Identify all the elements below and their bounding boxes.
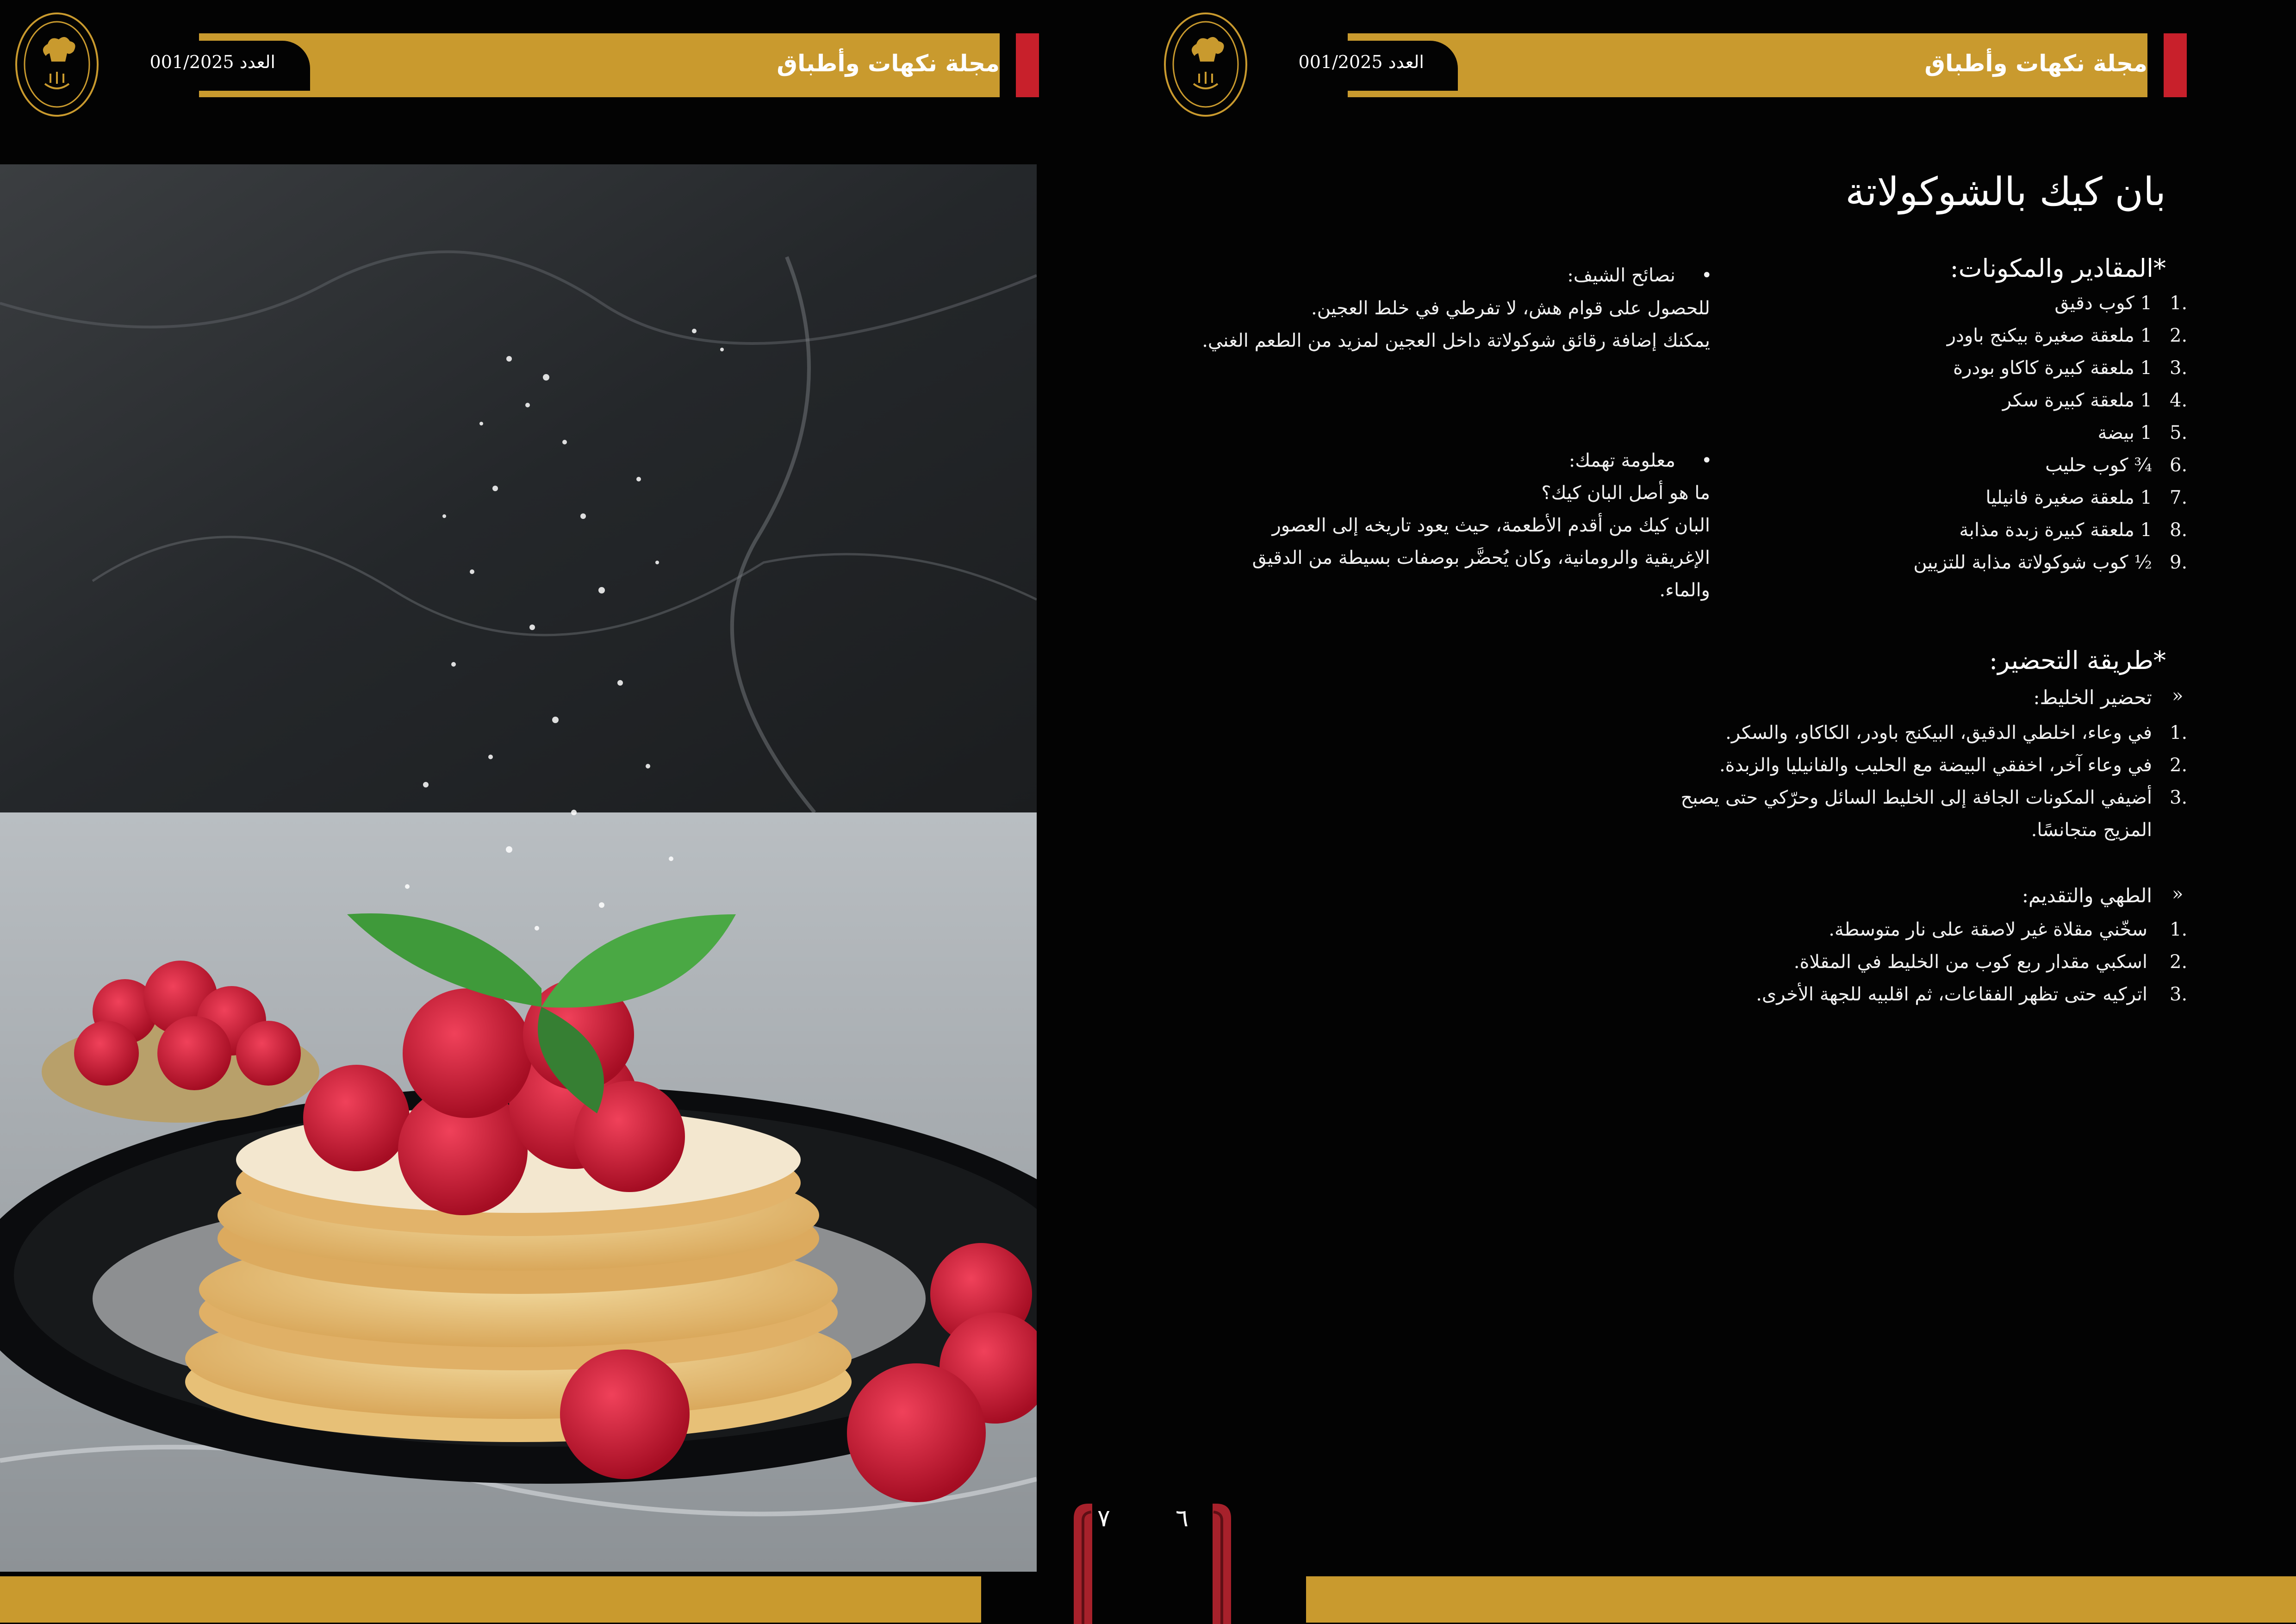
mix-step: في وعاء، اخلطي الدقيق، البيكنج باودر، ال… bbox=[1725, 722, 2152, 743]
chef-hat-logo-icon bbox=[24, 21, 90, 108]
ingredient-item: 1 ملعقة صغيرة فانيليا bbox=[1985, 487, 2152, 508]
arrow-bullet-icon: » bbox=[2172, 685, 2184, 706]
page-number-left: ٧ bbox=[1097, 1505, 1110, 1532]
left-footer-bar bbox=[0, 1576, 981, 1623]
left-header-red-accent bbox=[1016, 33, 1039, 97]
cook-heading: الطهي والتقديم: bbox=[2022, 884, 2152, 907]
ingredient-item: ¾ كوب حليب bbox=[2045, 455, 2152, 476]
list-number: 6. bbox=[2170, 455, 2188, 476]
list-number: 3. bbox=[2170, 787, 2188, 808]
info-line: الإغريقية والرومانية، وكان يُحضَّر بوصفا… bbox=[1252, 547, 1710, 568]
pancake-stack-illustration bbox=[0, 164, 1037, 1572]
mix-step: في وعاء آخر، اخفقي البيضة مع الحليب والف… bbox=[1719, 755, 2152, 776]
chef-tip-line: للحصول على قوام هش، لا تفرطي في خلط العج… bbox=[1311, 298, 1710, 319]
ingredient-item: 1 ملعقة كبيرة سكر bbox=[2002, 390, 2152, 411]
left-logo bbox=[15, 12, 99, 117]
method-heading: *طريقة التحضير: bbox=[1989, 646, 2166, 675]
ingredient-item: 1 ملعقة كبيرة زبدة مذابة bbox=[1959, 519, 2152, 541]
pancake-photo bbox=[0, 164, 1037, 1572]
ingredient-item: 1 ملعقة صغيرة بيكنج باودر bbox=[1947, 325, 2152, 346]
left-magazine-title: مجلة نكهات وأطباق bbox=[777, 50, 1000, 77]
right-issue-number: العدد 001/2025 bbox=[1298, 52, 1424, 72]
recipe-title: بان كيك بالشوكولاتة bbox=[1845, 169, 2166, 214]
mix-step: أضيفي المكونات الجافة إلى الخليط السائل … bbox=[1680, 787, 2152, 808]
ingredient-item: 1 ملعقة كبيرة كاكاو بودرة bbox=[1953, 357, 2152, 379]
mix-heading: تحضير الخليط: bbox=[2033, 686, 2152, 709]
list-number: 5. bbox=[2170, 422, 2188, 443]
list-number: 4. bbox=[2170, 390, 2188, 411]
info-line: ما هو أصل البان كيك؟ bbox=[1541, 482, 1710, 504]
list-number: 3. bbox=[2170, 357, 2188, 379]
chef-hat-logo-icon bbox=[1172, 21, 1239, 108]
right-logo bbox=[1164, 12, 1247, 117]
left-issue-number: العدد 001/2025 bbox=[149, 52, 275, 72]
chef-tip-line: يمكنك إضافة رقائق شوكولاتة داخل العجين ل… bbox=[1202, 330, 1710, 351]
right-header-red-accent bbox=[2164, 33, 2187, 97]
arrow-bullet-icon: » bbox=[2172, 883, 2184, 905]
ingredient-item: ½ كوب شوكولاتة مذابة للتزيين bbox=[1913, 552, 2152, 573]
list-number: 1. bbox=[2170, 722, 2188, 743]
list-number: 2. bbox=[2170, 325, 2188, 346]
list-number: 2. bbox=[2170, 755, 2188, 776]
list-number: 2. bbox=[2170, 951, 2188, 973]
bullet-icon: • bbox=[1701, 450, 1712, 471]
list-number: 1. bbox=[2170, 919, 2188, 940]
info-line: البان كيك من أقدم الأطعمة، حيث يعود تاري… bbox=[1272, 515, 1710, 536]
ingredients-heading: *المقادير والمكونات: bbox=[1950, 254, 2166, 283]
page-number-right: ٦ bbox=[1176, 1505, 1188, 1532]
list-number: 8. bbox=[2170, 519, 2188, 541]
mix-step-continued: المزيج متجانسًا. bbox=[2031, 819, 2152, 841]
info-line: والماء. bbox=[1659, 580, 1710, 601]
right-footer-bar bbox=[1306, 1576, 2296, 1623]
list-number: 9. bbox=[2170, 552, 2188, 573]
cook-step: سخّني مقلاة غير لاصقة على نار متوسطة. bbox=[1829, 919, 2147, 940]
bullet-icon: • bbox=[1701, 265, 1712, 286]
ingredient-item: 1 بيضة bbox=[2097, 422, 2152, 443]
right-magazine-title: مجلة نكهات وأطباق bbox=[1924, 50, 2147, 77]
list-number: 7. bbox=[2170, 487, 2188, 508]
ingredient-item: 1 كوب دقيق bbox=[2054, 293, 2152, 314]
info-heading: معلومة تهمك: bbox=[1568, 450, 1675, 471]
cook-step: اسكبي مقدار ربع كوب من الخليط في المقلاة… bbox=[1793, 951, 2147, 973]
chef-tips-heading: نصائح الشيف: bbox=[1567, 265, 1675, 286]
cook-step: اتركيه حتى تظهر الفقاعات، ثم اقلبيه للجه… bbox=[1756, 984, 2147, 1005]
list-number: 3. bbox=[2170, 984, 2188, 1005]
list-number: 1. bbox=[2170, 293, 2188, 314]
page-number-ribbon-icon bbox=[1074, 1504, 1231, 1624]
